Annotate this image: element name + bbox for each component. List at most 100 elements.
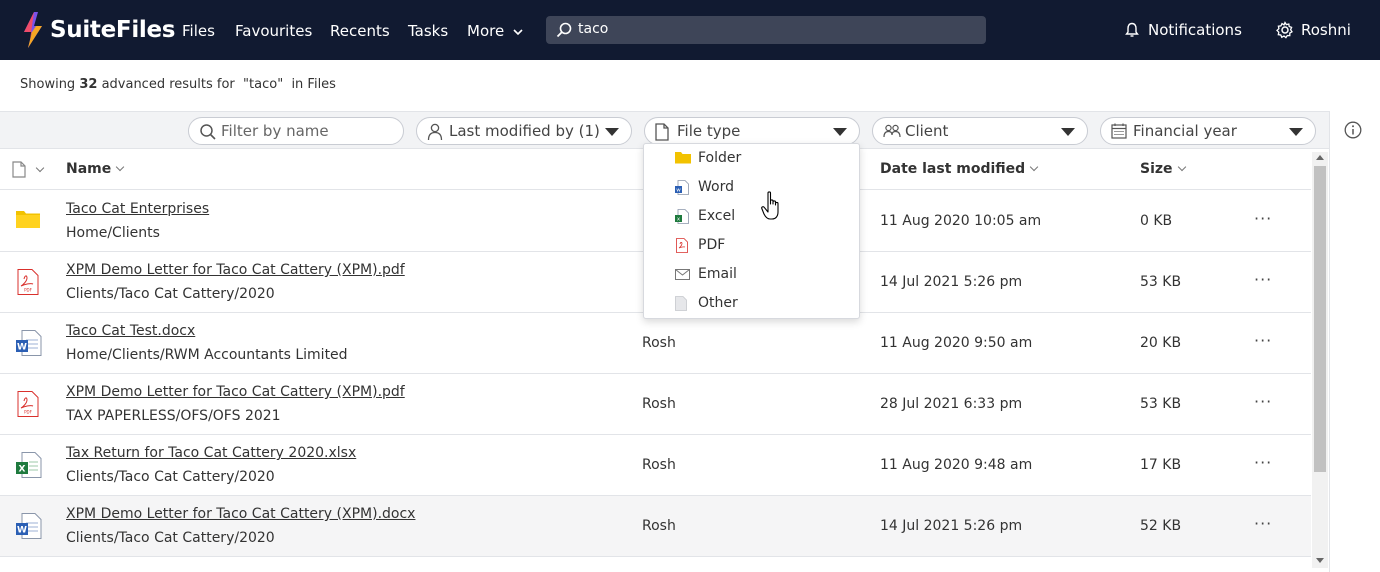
pdf-file-icon [676,238,688,253]
nav-tasks[interactable]: Tasks [408,22,448,40]
scroll-down-arrow[interactable] [1316,558,1324,563]
client-filter[interactable]: Client [872,117,1088,145]
column-date-label: Date last modified [880,161,1026,177]
row-more-options-button[interactable]: ··· [1254,392,1272,411]
hand-pointer-cursor-icon [761,191,779,220]
option-label: Email [698,266,737,282]
column-header-date[interactable]: Date last modified [880,161,1039,177]
file-name-link[interactable]: Taco Cat Test.docx [66,323,195,339]
table-row[interactable]: X Tax Return for Taco Cat Cattery 2020.x… [0,435,1311,496]
pdf-file-icon: PDF [17,269,39,295]
nav-recents[interactable]: Recents [330,22,390,40]
notifications-button[interactable]: Notifications [1124,21,1242,39]
file-type-option-email[interactable]: Email [644,260,859,289]
last-modified-by-filter[interactable]: Last modified by (1) [416,117,632,145]
search-icon [200,124,216,140]
global-search-input[interactable]: taco [546,16,986,44]
svg-text:PDF: PDF [24,288,32,293]
word-file-icon: w [675,180,689,195]
financial-year-label: Financial year [1133,122,1237,140]
dropdown-caret-icon [605,128,619,136]
row-more-options-button[interactable]: ··· [1254,453,1272,472]
notifications-label: Notifications [1148,21,1242,39]
suitefiles-bolt-icon [24,12,42,48]
filter-by-name-input[interactable]: Filter by name [188,117,404,145]
chevron-down-icon [513,29,523,36]
file-type-option-excel[interactable]: x Excel [644,202,859,231]
people-icon [883,124,901,138]
date-modified: 11 Aug 2020 10:05 am [880,213,1042,229]
table-row[interactable]: PDF XPM Demo Letter for Taco Cat Cattery… [0,374,1311,435]
nav-files[interactable]: Files [182,22,215,40]
file-name-link[interactable]: Tax Return for Taco Cat Cattery 2020.xls… [66,445,356,461]
search-icon [556,22,572,38]
file-path: Home/Clients [66,225,160,241]
option-label: PDF [698,237,726,253]
file-path: TAX PAPERLESS/OFS/OFS 2021 [66,408,281,424]
table-row[interactable]: W XPM Demo Letter for Taco Cat Cattery (… [0,496,1311,557]
dropdown-caret-icon [833,128,847,136]
nav-favourites[interactable]: Favourites [235,22,312,40]
client-label: Client [905,122,949,140]
summary-query: "taco" [243,77,284,92]
file-type-filter[interactable]: File type [644,117,860,145]
modified-by: Rosh [642,335,676,351]
filter-by-name-placeholder: Filter by name [221,122,329,140]
folder-icon [675,152,691,164]
user-settings-button[interactable]: Roshni [1276,21,1351,39]
column-size-label: Size [1140,161,1173,177]
column-header-name[interactable]: Name [66,161,125,177]
file-type-option-other[interactable]: Other [644,289,859,318]
file-name-link[interactable]: XPM Demo Letter for Taco Cat Cattery (XP… [66,506,415,522]
scrollbar-thumb[interactable] [1314,166,1326,472]
excel-file-icon: X [16,452,42,478]
date-modified: 14 Jul 2021 5:26 pm [880,518,1023,534]
svg-text:W: W [17,526,27,536]
calendar-icon [1111,123,1127,139]
gear-icon [1276,21,1293,39]
file-type-label: File type [677,122,741,140]
file-size: 53 KB [1140,274,1182,290]
chevron-down-icon [116,162,125,172]
document-icon [12,161,26,178]
select-all-type-toggle[interactable] [12,161,45,182]
file-type-option-pdf[interactable]: PDF [644,231,859,260]
result-count: 32 [79,77,98,92]
modified-by: Rosh [642,457,676,473]
file-type-option-word[interactable]: w Word [644,173,859,202]
email-icon [675,269,690,280]
file-path: Clients/Taco Cat Cattery/2020 [66,286,275,302]
file-type-option-folder[interactable]: Folder [644,144,859,173]
scroll-up-arrow[interactable] [1316,155,1324,160]
option-label: Word [698,179,734,195]
file-size: 53 KB [1140,396,1182,412]
nav-more[interactable]: More [467,22,523,40]
app-name: SuiteFiles [50,17,176,43]
row-more-options-button[interactable]: ··· [1254,270,1272,289]
file-type-dropdown-menu: Folder w Word x Excel PDF Email Other [643,143,860,319]
row-more-options-button[interactable]: ··· [1254,331,1272,350]
option-label: Folder [698,150,742,166]
financial-year-filter[interactable]: Financial year [1100,117,1316,145]
file-name-link[interactable]: XPM Demo Letter for Taco Cat Cattery (XP… [66,384,405,400]
excel-file-icon: x [675,209,689,224]
generic-file-icon [675,296,687,311]
column-header-size[interactable]: Size [1140,161,1186,177]
top-navigation-bar: SuiteFiles Files Favourites Recents Task… [0,0,1380,60]
table-row[interactable]: W Taco Cat Test.docx Home/Clients/RWM Ac… [0,313,1311,374]
file-size: 0 KB [1140,213,1173,229]
person-icon [427,123,443,141]
info-icon[interactable] [1344,121,1362,139]
word-file-icon: W [16,330,42,356]
file-path: Clients/Taco Cat Cattery/2020 [66,469,275,485]
file-name-link[interactable]: Taco Cat Enterprises [66,201,209,217]
column-name-label: Name [66,161,112,177]
file-size: 17 KB [1140,457,1182,473]
suitefiles-logo[interactable]: SuiteFiles [22,12,175,48]
pdf-file-icon: PDF [17,391,39,417]
row-more-options-button[interactable]: ··· [1254,209,1272,228]
file-name-link[interactable]: XPM Demo Letter for Taco Cat Cattery (XP… [66,262,405,278]
svg-text:w: w [676,188,681,194]
row-more-options-button[interactable]: ··· [1254,514,1272,533]
document-icon [655,123,669,141]
